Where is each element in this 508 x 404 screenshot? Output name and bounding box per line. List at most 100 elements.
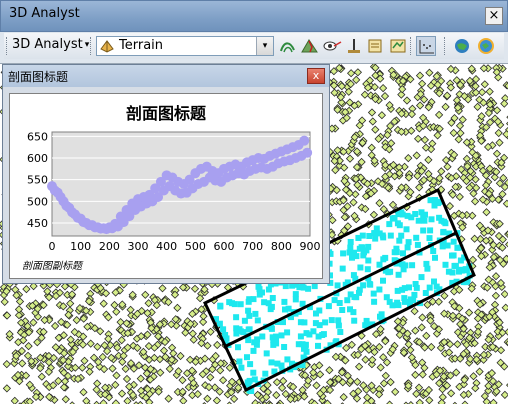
terrain-point xyxy=(111,399,121,404)
dropdown-arrow-icon[interactable]: ▾ xyxy=(256,37,273,55)
selected-point xyxy=(422,290,429,296)
x-tick-label: 800 xyxy=(271,240,292,253)
selected-point xyxy=(351,317,358,324)
terrain-point xyxy=(79,388,88,397)
profile-chart[interactable]: 450 500 550 600 650 0 100 200 300 400 500 600 700 800… xyxy=(9,93,323,279)
selected-point xyxy=(372,230,379,237)
line-of-sight-icon[interactable] xyxy=(322,36,342,56)
toolbar-grip[interactable] xyxy=(6,37,10,55)
terrain-point xyxy=(489,398,498,404)
layer-select-value: Terrain xyxy=(119,38,164,53)
terrain-point xyxy=(199,312,208,321)
selected-point xyxy=(315,342,321,349)
y-tick-label: 650 xyxy=(27,130,48,143)
terrain-point xyxy=(188,329,197,338)
profile-close-button[interactable]: x xyxy=(307,68,325,84)
selected-point xyxy=(435,200,442,207)
selected-point xyxy=(347,291,354,298)
terrain-point xyxy=(18,359,27,368)
terrain-point xyxy=(420,135,430,145)
terrain-point xyxy=(485,87,494,96)
arcglobe-icon[interactable] xyxy=(476,36,496,56)
contour-icon[interactable] xyxy=(278,36,298,56)
terrain-point xyxy=(117,389,127,398)
selected-point xyxy=(400,250,406,257)
terrain-point xyxy=(375,342,384,352)
toolbar-titlebar[interactable]: 3D Analyst × xyxy=(0,0,508,32)
terrain-point xyxy=(492,106,502,115)
terrain-point xyxy=(501,303,508,312)
terrain-point xyxy=(111,380,120,390)
terrain-point xyxy=(179,396,188,404)
selected-point xyxy=(414,241,421,248)
terrain-point xyxy=(2,311,12,320)
terrain-point xyxy=(2,359,11,369)
toolbar-close-button[interactable]: × xyxy=(485,7,503,25)
terrain-point xyxy=(440,291,449,300)
selected-point xyxy=(386,221,393,228)
terrain-point xyxy=(315,370,325,379)
selected-point xyxy=(250,347,257,354)
terrain-point xyxy=(492,149,502,158)
selected-point xyxy=(404,244,411,251)
selected-point xyxy=(322,319,329,326)
y-tick-label: 550 xyxy=(27,174,48,187)
selected-point xyxy=(250,369,257,376)
selected-point xyxy=(405,239,412,246)
selected-point xyxy=(328,317,335,324)
terrain-point xyxy=(402,96,412,105)
selected-point xyxy=(410,297,417,304)
terrain-point xyxy=(110,300,119,310)
terrain-point xyxy=(491,291,501,300)
3d-analyst-menu[interactable]: 3D Analyst ▾ xyxy=(12,37,89,55)
selected-point xyxy=(253,341,260,348)
terrain-point xyxy=(376,363,385,372)
terrain-point xyxy=(417,323,426,332)
profile-graph-title: 剖面图标题 xyxy=(8,70,69,84)
selected-point xyxy=(347,306,353,313)
chart-subtitle: 剖面图副标题 xyxy=(22,261,82,272)
terrain-point xyxy=(54,376,63,386)
terrain-point xyxy=(502,130,508,139)
profile-graph-titlebar[interactable]: 剖面图标题 x xyxy=(3,65,329,87)
terrain-point xyxy=(482,208,491,217)
terrain-point xyxy=(206,327,215,336)
terrain-point xyxy=(475,367,484,376)
terrain-point xyxy=(37,372,46,381)
selected-point xyxy=(241,317,248,324)
steepest-path-icon[interactable] xyxy=(300,36,320,56)
layer-select[interactable]: Terrain ▾ xyxy=(96,36,274,56)
terrain-point xyxy=(136,374,145,383)
terrain-point xyxy=(121,364,130,374)
interpolate-point-icon[interactable] xyxy=(344,36,364,56)
terrain-point xyxy=(369,210,379,219)
terrain-point xyxy=(434,110,444,120)
interpolate-line-icon[interactable] xyxy=(366,36,386,56)
terrain-point xyxy=(22,284,31,294)
terrain-point xyxy=(468,255,478,265)
toolbar-separator xyxy=(444,37,448,55)
terrain-point xyxy=(50,321,60,331)
terrain-point xyxy=(158,284,167,293)
interpolate-polygon-icon[interactable] xyxy=(388,36,408,56)
terrain-point xyxy=(93,379,102,388)
terrain-point xyxy=(477,88,487,97)
selected-point xyxy=(440,229,447,236)
selected-point xyxy=(360,282,367,289)
terrain-point xyxy=(176,351,185,361)
terrain-point xyxy=(375,198,384,208)
selected-point xyxy=(292,291,299,298)
selected-point xyxy=(336,300,343,306)
terrain-point xyxy=(331,352,341,362)
terrain-point xyxy=(415,101,425,110)
arcscene-icon[interactable] xyxy=(452,36,472,56)
terrain-point xyxy=(360,90,370,99)
selected-point xyxy=(395,271,402,278)
terrain-point xyxy=(473,102,482,112)
selected-point xyxy=(267,306,274,313)
terrain-point xyxy=(480,80,489,89)
terrain-point xyxy=(104,334,113,344)
selected-point xyxy=(274,360,281,367)
profile-graph-icon[interactable] xyxy=(416,36,436,56)
terrain-point xyxy=(379,379,389,388)
